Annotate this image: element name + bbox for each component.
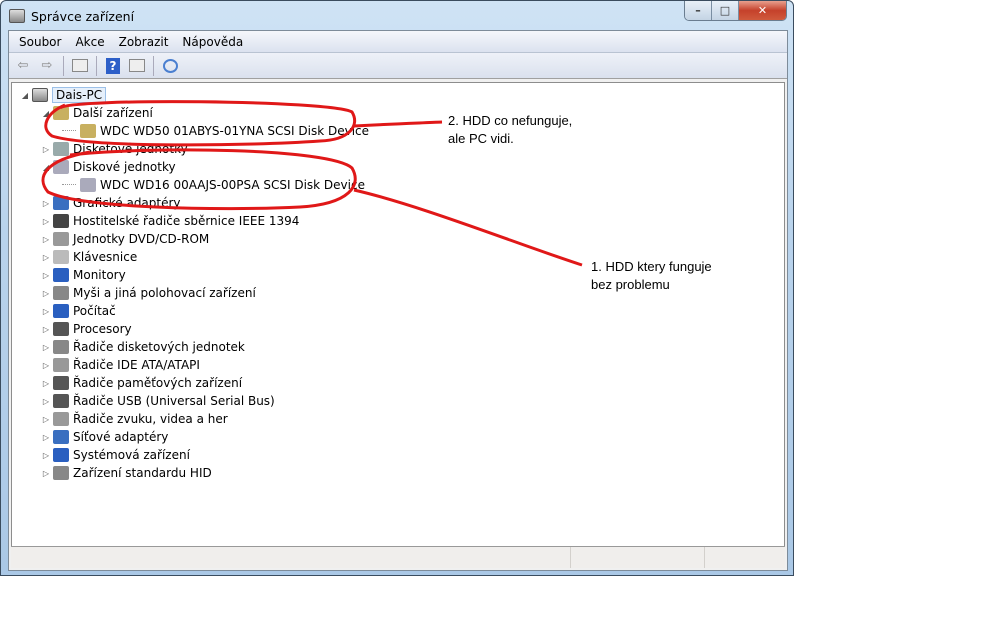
annotation-note-2-line-2: ale PC vidi. xyxy=(448,131,514,146)
annotation-ellipse-2 xyxy=(44,100,357,147)
annotation-note-2: 2. HDD co nefunguje, ale PC vidi. xyxy=(448,112,572,148)
annotation-ellipse-1 xyxy=(41,148,357,211)
annotation-line-1 xyxy=(353,188,583,267)
annotation-note-1-line-1: 1. HDD ktery funguje xyxy=(591,259,712,274)
annotation-note-2-line-1: 2. HDD co nefunguje, xyxy=(448,113,573,128)
annotation-note-1: 1. HDD ktery funguje bez problemu xyxy=(591,258,712,294)
annotation-overlay xyxy=(41,100,583,267)
annotation-note-1-line-2: bez problemu xyxy=(591,277,670,292)
annotation-line-2 xyxy=(352,120,443,128)
